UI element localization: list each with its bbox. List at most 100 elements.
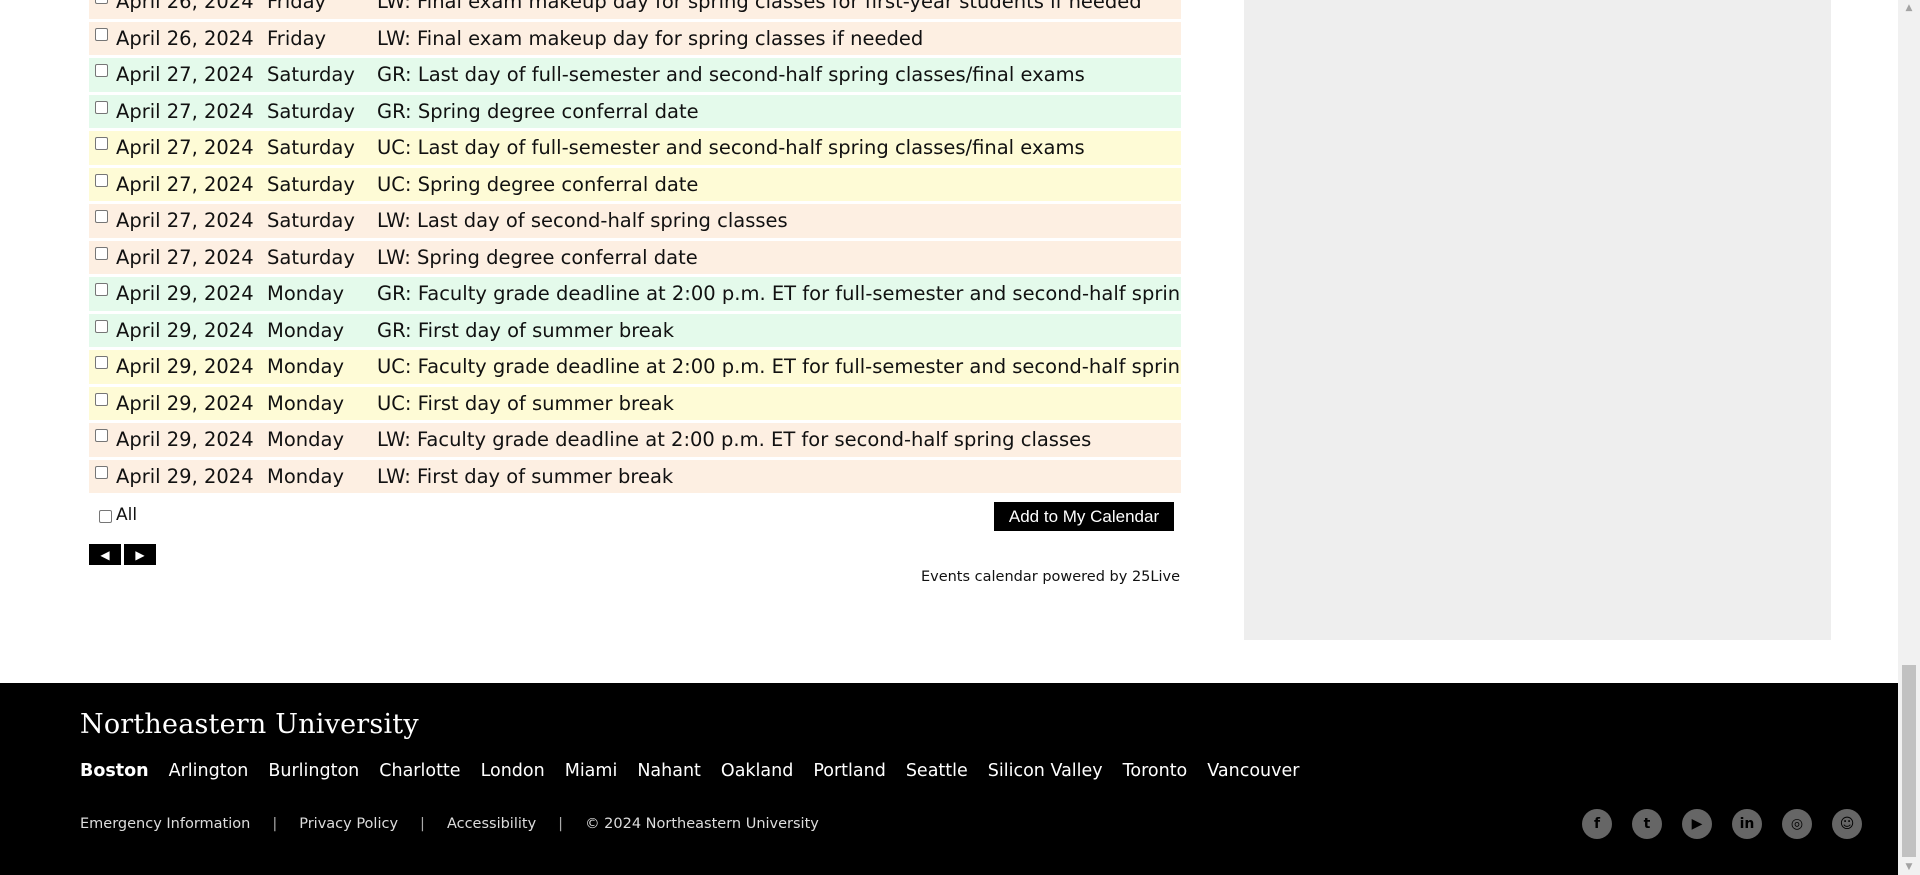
event-date-cell: April 27, 2024 — [115, 94, 260, 128]
legal-separator: | — [420, 816, 425, 832]
event-checkbox[interactable] — [95, 246, 108, 260]
event-date-cell: April 29, 2024 — [115, 313, 260, 347]
event-description[interactable]: GR: Last day of full-semester and second… — [371, 65, 1181, 85]
event-checkbox[interactable] — [95, 319, 108, 333]
event-checkbox[interactable] — [95, 27, 108, 41]
events-table-body: April 26, 2024 Friday LW: Final exam makeu… — [89, 0, 1181, 493]
event-description-cell: LW: Final exam makeup day for spring cla… — [371, 21, 1181, 55]
campus-link[interactable]: Silicon Valley — [988, 761, 1103, 781]
event-checkbox[interactable] — [95, 0, 108, 5]
vertical-scrollbar[interactable]: ▲ ▼ — [1898, 0, 1920, 875]
event-date: April 27, 2024 — [116, 209, 254, 232]
campus-link[interactable]: Seattle — [906, 761, 968, 781]
event-checkbox[interactable] — [95, 210, 108, 224]
event-description[interactable]: UC: Faculty grade deadline at 2:00 p.m. … — [371, 357, 1181, 377]
event-date-cell: April 27, 2024 — [115, 240, 260, 274]
snapchat-icon[interactable]: ☺ — [1832, 809, 1862, 839]
campus-link[interactable]: Burlington — [268, 761, 359, 781]
campus-link[interactable]: Charlotte — [379, 761, 460, 781]
event-row: April 29, 2024 Monday LW: Faculty grade de… — [89, 423, 1181, 457]
event-checkbox[interactable] — [95, 173, 108, 187]
event-checkbox[interactable] — [95, 137, 108, 151]
campus-link[interactable]: Vancouver — [1207, 761, 1299, 781]
event-day-cell: Monday — [260, 313, 371, 347]
event-checkbox-cell — [89, 423, 115, 457]
event-description[interactable]: UC: Spring degree conferral date — [371, 174, 1181, 195]
campus-link[interactable]: Oakland — [721, 761, 793, 781]
event-description[interactable]: LW: First day of summer break — [371, 466, 1181, 487]
campus-link[interactable]: Nahant — [637, 761, 701, 781]
scroll-thumb[interactable] — [1902, 665, 1916, 857]
event-date-cell: April 29, 2024 — [115, 350, 260, 384]
event-row: April 29, 2024 Monday GR: First day of sum… — [89, 313, 1181, 347]
campus-link[interactable]: London — [481, 761, 545, 781]
linkedin-icon[interactable]: in — [1732, 809, 1762, 839]
event-checkbox-cell — [89, 131, 115, 165]
event-date: April 29, 2024 — [116, 282, 254, 305]
event-checkbox[interactable] — [95, 392, 108, 406]
event-day: Saturday — [267, 99, 355, 123]
event-row: April 27, 2024 Saturday LW: Spring degree … — [89, 240, 1181, 274]
event-date: April 27, 2024 — [116, 99, 254, 123]
event-day-cell: Friday — [260, 0, 371, 19]
event-description[interactable]: GR: Spring degree conferral date — [371, 101, 1181, 122]
northeastern-logo[interactable]: Northeastern University — [80, 709, 419, 740]
event-day: Saturday — [267, 172, 355, 196]
select-all-toggle[interactable]: All — [99, 505, 137, 525]
instagram-icon[interactable]: ◎ — [1782, 809, 1812, 839]
event-day: Saturday — [267, 209, 355, 232]
campus-link[interactable]: Toronto — [1123, 761, 1188, 781]
event-description[interactable]: LW: Final exam makeup day for spring cla… — [371, 0, 1181, 12]
event-description-cell: GR: First day of summer break — [371, 313, 1181, 347]
event-checkbox[interactable] — [95, 465, 108, 479]
event-checkbox[interactable] — [95, 283, 108, 297]
campus-link[interactable]: Boston — [80, 761, 149, 781]
youtube-icon[interactable]: ▶ — [1682, 809, 1712, 839]
add-to-calendar-button[interactable]: Add to My Calendar — [994, 502, 1174, 531]
event-description[interactable]: LW: Faculty grade deadline at 2:00 p.m. … — [371, 430, 1181, 450]
campus-link[interactable]: Arlington — [169, 761, 249, 781]
prev-arrow-icon: ◀ — [100, 547, 110, 562]
select-all-checkbox[interactable] — [99, 509, 112, 523]
event-day-cell: Monday — [260, 423, 371, 457]
event-day: Monday — [267, 282, 344, 305]
event-day-cell: Monday — [260, 277, 371, 311]
event-date-cell: April 27, 2024 — [115, 204, 260, 238]
event-date-cell: April 26, 2024 — [115, 0, 260, 19]
event-checkbox[interactable] — [95, 356, 108, 370]
legal-link[interactable]: Privacy Policy — [299, 816, 398, 832]
event-description[interactable]: UC: First day of summer break — [371, 393, 1181, 414]
event-description[interactable]: LW: Last day of second-half spring class… — [371, 211, 1181, 231]
legal-link[interactable]: Accessibility — [447, 816, 536, 832]
campus-link[interactable]: Miami — [565, 761, 618, 781]
twitter-icon[interactable]: t — [1632, 809, 1662, 839]
campus-link[interactable]: Portland — [813, 761, 885, 781]
event-checkbox[interactable] — [95, 100, 108, 114]
event-date: April 26, 2024 — [116, 26, 254, 50]
event-description-cell: GR: Last day of full-semester and second… — [371, 58, 1181, 92]
previous-page-button[interactable]: ◀ — [89, 544, 121, 565]
event-description-cell: LW: First day of summer break — [371, 459, 1181, 493]
event-checkbox[interactable] — [95, 64, 108, 78]
event-description[interactable]: GR: First day of summer break — [371, 320, 1181, 341]
event-description[interactable]: LW: Final exam makeup day for spring cla… — [371, 28, 1181, 49]
event-row: April 29, 2024 Monday UC: First day of sum… — [89, 386, 1181, 420]
event-description[interactable]: LW: Spring degree conferral date — [371, 247, 1181, 268]
facebook-icon[interactable]: f — [1582, 809, 1612, 839]
next-page-button[interactable]: ▶ — [124, 544, 156, 565]
event-day: Friday — [267, 26, 327, 50]
event-checkbox-cell — [89, 0, 115, 19]
event-description[interactable]: UC: Last day of full-semester and second… — [371, 138, 1181, 158]
event-date: April 27, 2024 — [116, 245, 254, 269]
scroll-down-icon[interactable]: ▼ — [1898, 859, 1920, 875]
event-checkbox-cell — [89, 350, 115, 384]
event-row: April 27, 2024 Saturday UC: Last day of fu… — [89, 131, 1181, 165]
event-checkbox-cell — [89, 386, 115, 420]
legal-link[interactable]: Emergency Information — [80, 816, 250, 832]
scroll-up-icon[interactable]: ▲ — [1898, 0, 1920, 16]
event-checkbox[interactable] — [95, 429, 108, 443]
event-day-cell: Monday — [260, 386, 371, 420]
event-row: April 27, 2024 Saturday LW: Last day of se… — [89, 204, 1181, 238]
event-description-cell: LW: Spring degree conferral date — [371, 240, 1181, 274]
event-description[interactable]: GR: Faculty grade deadline at 2:00 p.m. … — [371, 284, 1181, 304]
